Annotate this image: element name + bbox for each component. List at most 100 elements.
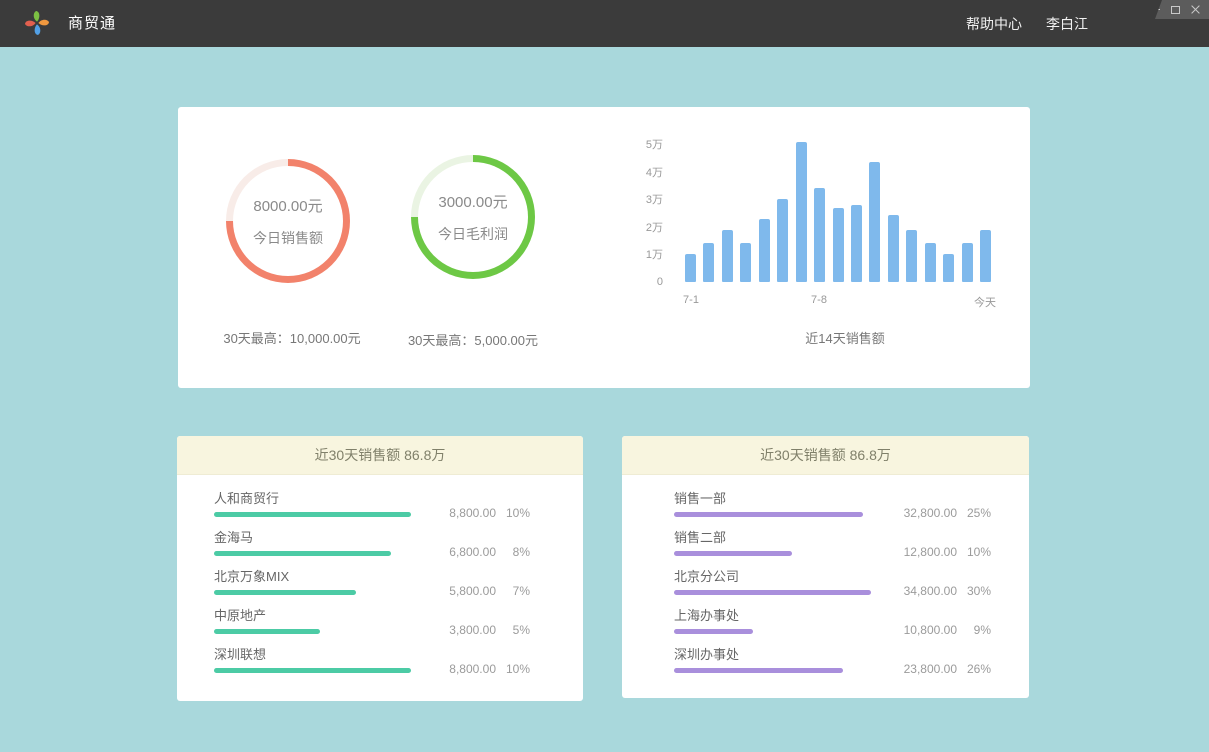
ranking-row-name: 北京分公司 (674, 569, 1029, 585)
ranking-row: 北京万象MIX5,800.007% (214, 569, 583, 608)
ranking-row-bar (674, 629, 753, 634)
ranking-row: 深圳联想8,800.0010% (214, 647, 583, 686)
x-axis-tick: 7-8 (811, 294, 827, 306)
ranking-row: 销售二部12,800.0010% (674, 530, 1029, 569)
today-sales-value: 8000.00元 (253, 195, 322, 216)
pinwheel-logo-icon (22, 8, 52, 38)
ranking-row-values: 10,800.009% (877, 623, 991, 637)
x-axis-tick: 今天 (974, 294, 996, 310)
ranking-row-amount: 5,800.00 (416, 584, 496, 598)
ranking-row-percent: 25% (957, 506, 991, 520)
ranking-row: 人和商贸行8,800.0010% (214, 491, 583, 530)
customer-ranking-body: 人和商贸行8,800.0010%金海马6,800.008% 北京万象MIX5,80… (177, 475, 583, 686)
sales-chart-y-axis: 5万4万3万2万1万0 (618, 144, 663, 284)
ranking-row-name: 上海办事处 (674, 608, 1029, 624)
department-ranking-card: 近30天销售额 86.8万 销售一部32,800.0025%销售二部12,800… (622, 436, 1029, 698)
ranking-row-values: 5,800.007% (416, 584, 530, 598)
ranking-row-bar (214, 668, 411, 673)
app-title: 商贸通 (68, 0, 116, 47)
ranking-row: 北京分公司34,800.0030% (674, 569, 1029, 608)
customer-ranking-card: 近30天销售额 86.8万 人和商贸行8,800.0010%金海马6,800.0… (177, 436, 583, 701)
sales-bar (925, 243, 936, 282)
ranking-row-bar (214, 512, 411, 517)
ranking-row-amount: 12,800.00 (877, 545, 957, 559)
ranking-row: 上海办事处10,800.009% (674, 608, 1029, 647)
close-icon[interactable] (1191, 5, 1200, 14)
sales-chart-x-axis: 7-17-8今天 (685, 294, 991, 308)
ranking-row-percent: 26% (957, 662, 991, 676)
ranking-row-name: 中原地产 (214, 608, 583, 624)
minimize-icon[interactable] (1151, 9, 1160, 10)
y-axis-tick: 4万 (646, 164, 663, 180)
y-axis-tick: 1万 (646, 246, 663, 262)
overview-card: 8000.00元 今日销售额 30天最高：10,000.00元 3000.00元… (178, 107, 1030, 388)
x-axis-tick: 7-1 (683, 294, 699, 306)
app-window: 商贸通 帮助中心 李白江 8000.00元 今日销售额 30天最高：10,000… (0, 0, 1209, 752)
ranking-row-name: 金海马 (214, 530, 583, 546)
sales-bar (943, 254, 954, 282)
ranking-row-percent: 30% (957, 584, 991, 598)
today-profit-value: 3000.00元 (438, 191, 507, 212)
ranking-row-values: 32,800.0025% (877, 506, 991, 520)
ranking-row-amount: 10,800.00 (877, 623, 957, 637)
ranking-row-bar (674, 512, 863, 517)
y-axis-tick: 2万 (646, 219, 663, 235)
maximize-icon[interactable] (1171, 6, 1180, 14)
sales-chart-caption: 近14天销售额 (745, 328, 945, 347)
sales-bar (906, 230, 917, 282)
ranking-row-values: 3,800.005% (416, 623, 530, 637)
sales-bar (703, 243, 714, 282)
ranking-row-values: 34,800.0030% (877, 584, 991, 598)
ranking-row-bar (674, 590, 871, 595)
sales-bar (962, 243, 973, 282)
today-sales-label: 今日销售额 (253, 228, 323, 248)
ranking-row-values: 12,800.0010% (877, 545, 991, 559)
ranking-row-percent: 9% (957, 623, 991, 637)
sales-bar (796, 142, 807, 282)
y-axis-tick: 5万 (646, 136, 663, 152)
ranking-row-name: 销售二部 (674, 530, 1029, 546)
ranking-row-bar (674, 668, 843, 673)
today-profit-donut-center: 3000.00元 今日毛利润 (418, 162, 528, 272)
sales-bar (814, 188, 825, 282)
ranking-row-values: 23,800.0026% (877, 662, 991, 676)
ranking-row-bar (214, 629, 320, 634)
department-ranking-header: 近30天销售额 86.8万 (622, 436, 1029, 475)
ranking-row: 销售一部32,800.0025% (674, 491, 1029, 530)
ranking-row-values: 6,800.008% (416, 545, 530, 559)
ranking-row-amount: 8,800.00 (416, 506, 496, 520)
ranking-row-amount: 6,800.00 (416, 545, 496, 559)
ranking-row-name: 深圳办事处 (674, 647, 1029, 663)
sales-bar (833, 208, 844, 282)
ranking-row-name: 销售一部 (674, 491, 1029, 507)
help-center-link[interactable]: 帮助中心 (966, 14, 1022, 34)
ranking-row-name: 北京万象MIX (214, 569, 583, 585)
ranking-row-percent: 7% (496, 584, 530, 598)
ranking-row-percent: 5% (496, 623, 530, 637)
sales-bar (722, 230, 733, 282)
sales-bar (869, 162, 880, 282)
today-profit-donut: 3000.00元 今日毛利润 (411, 155, 535, 279)
topbar-links: 帮助中心 李白江 (966, 0, 1088, 47)
ranking-row: 深圳办事处23,800.0026% (674, 647, 1029, 686)
ranking-row-percent: 8% (496, 545, 530, 559)
y-axis-tick: 3万 (646, 191, 663, 207)
sales-bar (759, 219, 770, 282)
ranking-row: 中原地产3,800.005% (214, 608, 583, 647)
department-ranking-body: 销售一部32,800.0025%销售二部12,800.0010%北京分公司34,… (622, 475, 1029, 686)
ranking-row-bar (214, 551, 391, 556)
ranking-row-amount: 3,800.00 (416, 623, 496, 637)
user-name-link[interactable]: 李白江 (1046, 14, 1088, 34)
y-axis-tick: 0 (657, 276, 663, 288)
window-controls (1148, 0, 1209, 19)
sales-bar (980, 230, 991, 282)
ranking-row-values: 8,800.0010% (416, 506, 530, 520)
ranking-row-bar (214, 590, 356, 595)
ranking-row-bar (674, 551, 792, 556)
titlebar: 商贸通 帮助中心 李白江 (0, 0, 1209, 47)
ranking-row-percent: 10% (957, 545, 991, 559)
ranking-row-percent: 10% (496, 662, 530, 676)
ranking-row-amount: 23,800.00 (877, 662, 957, 676)
ranking-row-amount: 32,800.00 (877, 506, 957, 520)
today-sales-donut-center: 8000.00元 今日销售额 (233, 166, 343, 276)
